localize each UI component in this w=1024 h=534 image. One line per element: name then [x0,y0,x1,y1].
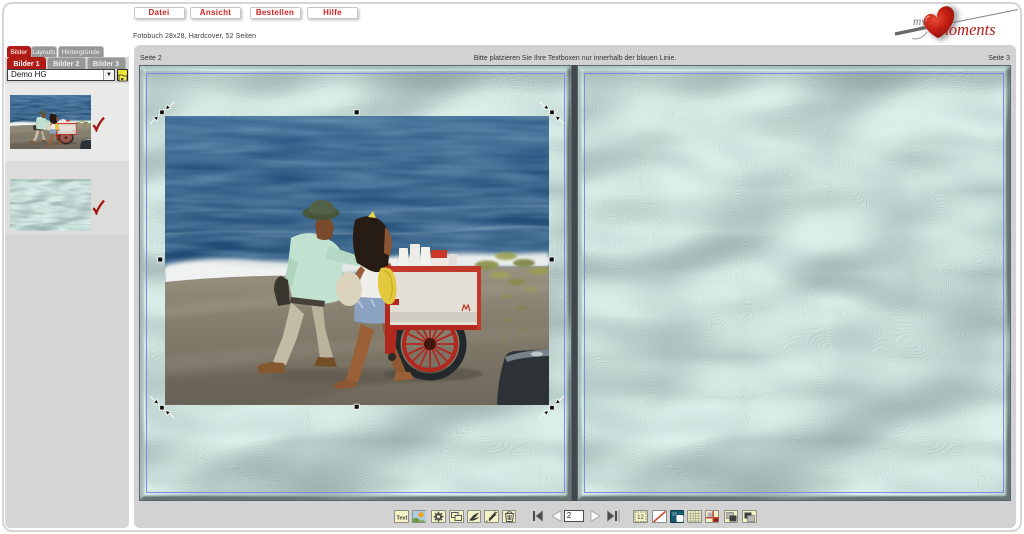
svg-text:12: 12 [637,515,644,521]
svg-text:my: my [913,16,927,28]
svg-text:Text: Text [397,515,408,521]
svg-text:moments: moments [937,20,996,39]
